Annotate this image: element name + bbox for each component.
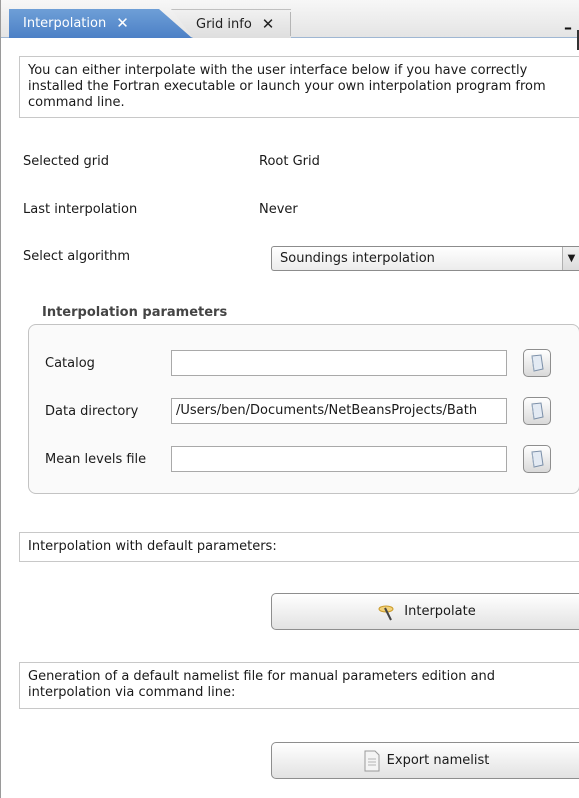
close-icon[interactable]: ✕	[116, 16, 129, 31]
namelist-text: Generation of a default namelist file fo…	[19, 662, 579, 709]
algorithm-selected-value: Soundings interpolation	[280, 251, 435, 266]
last-interpolation-value: Never	[259, 202, 298, 217]
last-interpolation-label: Last interpolation	[23, 202, 138, 217]
close-icon[interactable]: ✕	[262, 16, 275, 32]
data-directory-label: Data directory	[45, 404, 139, 419]
data-directory-browse-button[interactable]	[523, 397, 551, 425]
export-namelist-button-label: Export namelist	[386, 753, 490, 768]
catalog-field[interactable]	[171, 350, 507, 376]
interpolation-panel: Grid info ✕ Interpolation ✕ – You can ei…	[0, 0, 579, 798]
folder-icon	[531, 402, 544, 420]
select-algorithm-label: Select algorithm	[23, 249, 130, 264]
chevron-down-icon[interactable]: ▼	[562, 247, 579, 270]
default-parameters-text: Interpolation with default parameters:	[19, 532, 579, 562]
tab-label: Grid info	[196, 16, 252, 32]
selected-grid-label: Selected grid	[23, 154, 109, 169]
interpolation-parameters-title: Interpolation parameters	[42, 305, 228, 320]
folder-icon	[531, 354, 544, 372]
minimize-button[interactable]: –	[564, 18, 572, 37]
tab-grid-info[interactable]: Grid info ✕	[171, 9, 291, 38]
folder-icon	[531, 450, 544, 468]
mean-levels-label: Mean levels file	[45, 452, 147, 467]
data-directory-field[interactable]: /Users/ben/Documents/NetBeansProjects/Ba…	[171, 398, 507, 424]
intro-text: You can either interpolate with the user…	[19, 56, 579, 118]
tab-separator	[290, 12, 291, 36]
tab-label: Interpolation	[23, 16, 107, 31]
export-namelist-button[interactable]: Export namelist	[271, 742, 579, 779]
catalog-browse-button[interactable]	[523, 349, 551, 377]
magic-wand-icon	[376, 602, 398, 622]
tab-bar: Grid info ✕ Interpolation ✕ –	[1, 0, 579, 50]
interpolate-button-label: Interpolate	[404, 604, 476, 619]
interpolate-button[interactable]: Interpolate	[271, 593, 579, 630]
selected-grid-value: Root Grid	[259, 154, 320, 169]
tab-interpolation[interactable]: Interpolation ✕	[9, 9, 192, 38]
catalog-label: Catalog	[45, 356, 95, 371]
algorithm-select[interactable]: Soundings interpolation ▼	[271, 246, 579, 271]
mean-levels-field[interactable]	[171, 446, 507, 472]
document-icon	[363, 750, 381, 772]
mean-levels-browse-button[interactable]	[523, 445, 551, 473]
